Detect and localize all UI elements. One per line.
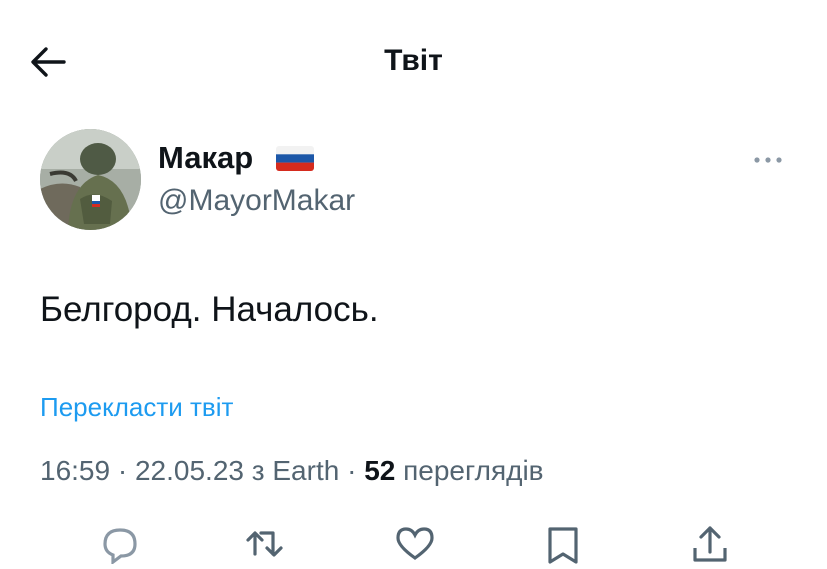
retweet-icon [246, 531, 283, 557]
author-name[interactable]: Макар [158, 140, 253, 176]
tweet-header: Твіт [0, 0, 827, 125]
more-options-button[interactable] [748, 148, 788, 172]
views-label: переглядів [403, 455, 544, 486]
bookmark-button[interactable] [540, 524, 586, 564]
reply-button[interactable] [97, 524, 143, 566]
avatar-image [40, 129, 141, 230]
russia-flag-icon [276, 146, 314, 171]
tweet-meta: 16:59 · 22.05.23 з Earth · 52 переглядів [40, 455, 544, 487]
retweet-button[interactable] [243, 524, 289, 564]
views-count: 52 [364, 455, 396, 486]
meta-separator: · [117, 455, 128, 486]
meta-separator: · [347, 455, 357, 486]
avatar[interactable] [40, 129, 141, 230]
author-handle[interactable]: @MayorMakar [158, 184, 355, 218]
page-title: Твіт [384, 44, 443, 77]
reply-icon [103, 528, 137, 566]
tweet-source: з Earth [251, 455, 340, 486]
more-dots-icon [754, 157, 782, 163]
share-icon [693, 526, 727, 562]
like-button[interactable] [392, 524, 438, 564]
share-button[interactable] [687, 524, 733, 564]
translate-tweet-link[interactable]: Перекласти твіт [40, 392, 233, 423]
bookmark-icon [548, 527, 578, 564]
tweet-date[interactable]: 22.05.23 [135, 455, 244, 486]
like-icon [396, 527, 434, 560]
tweet-text: Белгород. Началось. [40, 290, 379, 329]
tweet-time[interactable]: 16:59 [40, 455, 110, 486]
